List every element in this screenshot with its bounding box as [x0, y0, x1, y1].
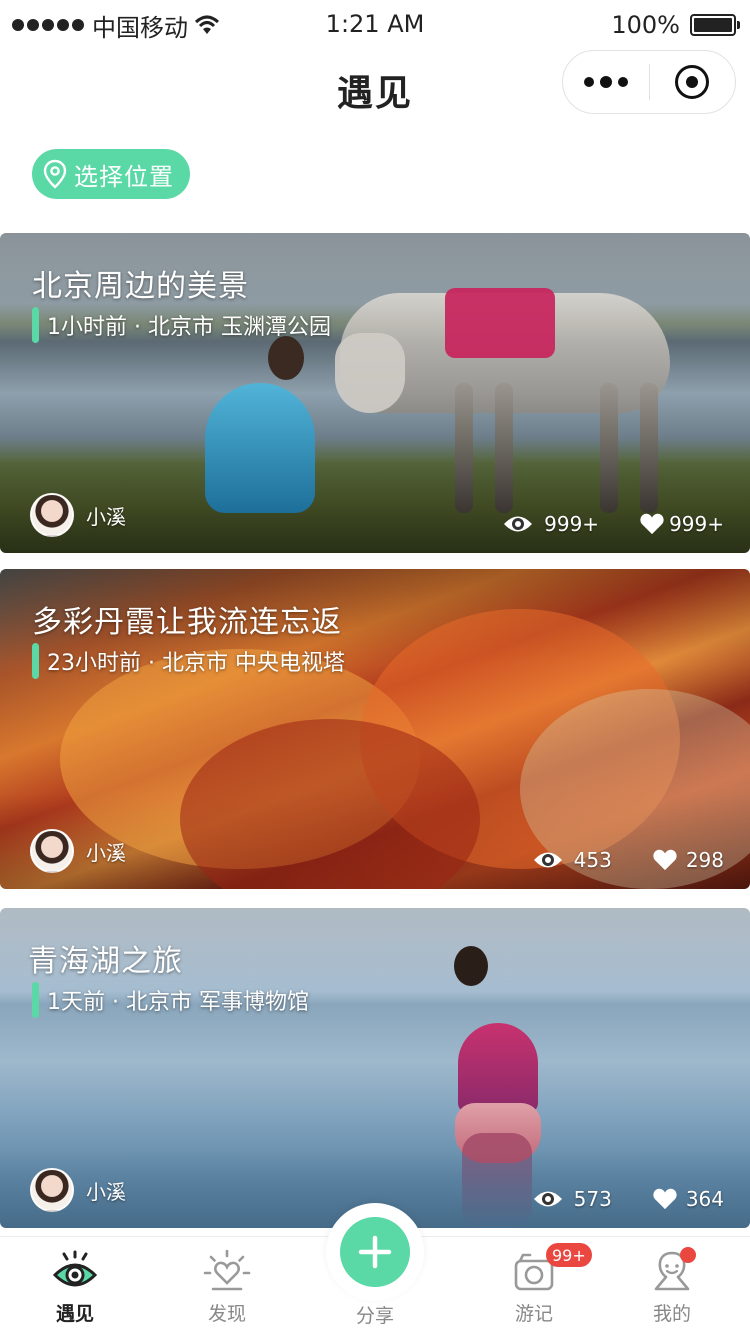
- sun-heart-icon: [203, 1249, 251, 1291]
- location-pin-icon: [43, 159, 67, 189]
- like-count[interactable]: 298: [652, 848, 724, 872]
- battery-percentage: 100%: [611, 11, 680, 39]
- tab-bar: 遇见 发现 分享 游记 99+ 我的: [0, 1203, 750, 1334]
- meta-accent-bar: [32, 643, 39, 679]
- view-count: 999+: [502, 511, 599, 537]
- post-stats: 573 364: [492, 1186, 724, 1212]
- view-count: 573: [532, 1186, 612, 1212]
- like-count[interactable]: 999+: [639, 512, 724, 536]
- post-card[interactable]: 青海湖之旅 1天前 · 北京市 军事博物馆 小溪 573 364: [0, 908, 750, 1228]
- view-count-value: 453: [573, 848, 612, 872]
- eye-icon: [533, 852, 562, 868]
- eye-icon: [533, 1191, 562, 1207]
- battery-icon: [690, 14, 740, 36]
- post-author[interactable]: 小溪: [30, 829, 126, 873]
- heart-icon: [653, 849, 677, 871]
- avatar[interactable]: [30, 1168, 74, 1212]
- heart-icon: [640, 513, 664, 535]
- author-name: 小溪: [86, 1179, 126, 1204]
- tab-journal[interactable]: 游记 99+: [474, 1237, 594, 1334]
- heart-icon: [653, 1188, 677, 1210]
- like-count-value: 364: [685, 1187, 724, 1211]
- plus-icon: [358, 1235, 392, 1269]
- eye-tab-icon: [52, 1250, 98, 1287]
- eye-icon: [504, 516, 533, 532]
- like-count-value: 999+: [669, 512, 724, 536]
- post-title: 多彩丹霞让我流连忘返: [32, 605, 342, 640]
- tab-share-label: 分享: [355, 1305, 394, 1327]
- post-card[interactable]: 北京周边的美景 1小时前 · 北京市 玉渊潭公园 小溪 999+ 999+: [0, 233, 750, 553]
- select-location-label: 选择位置: [74, 162, 174, 191]
- tab-meet[interactable]: 遇见: [15, 1237, 135, 1334]
- author-name: 小溪: [86, 504, 126, 529]
- tab-discover[interactable]: 发现: [167, 1237, 287, 1334]
- tab-discover-label: 发现: [207, 1303, 246, 1325]
- post-time-location: 23小时前 · 北京市 中央电视塔: [47, 651, 345, 676]
- avatar[interactable]: [30, 829, 74, 873]
- view-count-value: 999+: [544, 512, 600, 536]
- status-right: 100%: [611, 10, 740, 40]
- post-meta: 23小时前 · 北京市 中央电视塔: [32, 643, 345, 679]
- post-author[interactable]: 小溪: [30, 493, 126, 537]
- author-name: 小溪: [86, 840, 126, 865]
- post-time-location: 1天前 · 北京市 军事博物馆: [47, 990, 309, 1015]
- tab-meet-label: 遇见: [55, 1303, 94, 1325]
- select-location-button[interactable]: 选择位置: [32, 149, 190, 199]
- meta-accent-bar: [32, 307, 39, 343]
- status-bar: 中国移动 1:21 AM 100%: [0, 0, 750, 50]
- tab-share[interactable]: 分享: [315, 1203, 435, 1334]
- like-count-value: 298: [685, 848, 724, 872]
- mine-notification-dot: [680, 1247, 696, 1263]
- post-stats: 453 298: [492, 847, 724, 873]
- post-meta: 1天前 · 北京市 军事博物馆: [32, 982, 309, 1018]
- post-stats: 999+ 999+: [462, 511, 724, 537]
- tab-mine[interactable]: 我的: [612, 1237, 732, 1334]
- more-icon[interactable]: [563, 51, 649, 113]
- post-title: 青海湖之旅: [28, 944, 183, 979]
- post-author[interactable]: 小溪: [30, 1168, 126, 1212]
- avatar[interactable]: [30, 493, 74, 537]
- share-button[interactable]: [326, 1203, 424, 1301]
- view-count-value: 573: [573, 1187, 612, 1211]
- close-mini-program-icon[interactable]: [650, 51, 736, 113]
- post-card[interactable]: 多彩丹霞让我流连忘返 23小时前 · 北京市 中央电视塔 小溪 453 298: [0, 569, 750, 889]
- post-title: 北京周边的美景: [32, 269, 249, 304]
- post-time-location: 1小时前 · 北京市 玉渊潭公园: [47, 315, 331, 340]
- view-count: 453: [532, 847, 612, 873]
- like-count[interactable]: 364: [652, 1187, 724, 1211]
- journal-badge: 99+: [546, 1243, 592, 1267]
- mini-program-capsule: [562, 50, 736, 114]
- meta-accent-bar: [32, 982, 39, 1018]
- tab-journal-label: 游记: [514, 1303, 553, 1325]
- post-meta: 1小时前 · 北京市 玉渊潭公园: [32, 307, 331, 343]
- tab-mine-label: 我的: [652, 1303, 691, 1325]
